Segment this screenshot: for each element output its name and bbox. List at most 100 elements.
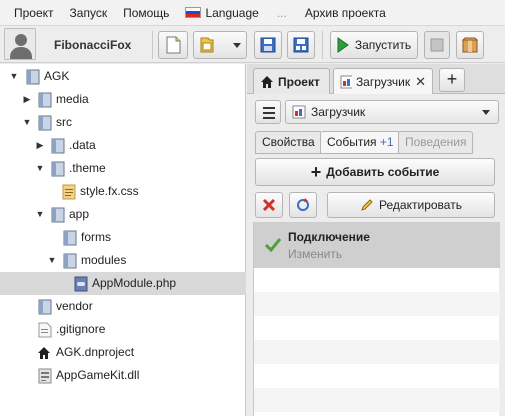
editor-tabs: Проект Загрузчик ✕ + — [247, 64, 505, 94]
menu-language[interactable]: Language — [177, 0, 266, 26]
check-icon — [264, 238, 282, 252]
tree-node-dll[interactable]: AppGameKit.dll — [0, 364, 246, 387]
plus-icon: + — [310, 162, 322, 182]
folder-icon — [51, 207, 65, 223]
loader-component-icon — [292, 105, 306, 119]
tree-node-style-css[interactable]: style.fx.css — [0, 180, 246, 203]
tree-node-appmodule[interactable]: AppModule.php — [0, 272, 246, 295]
subtab-events-label: События — [327, 135, 377, 149]
add-event-button[interactable]: + Добавить событие — [255, 158, 495, 186]
tree-node-data[interactable]: ▶ .data — [0, 134, 246, 157]
toolbar-separator — [322, 31, 323, 59]
tree-label: AppModule.php — [92, 276, 177, 290]
tree-label: AppGameKit.dll — [56, 368, 140, 382]
add-event-label: Добавить событие — [326, 165, 440, 179]
expand-arrow-icon[interactable]: ▼ — [22, 117, 32, 127]
list-item[interactable]: Подключение Изменить — [254, 222, 500, 268]
tab-project[interactable]: Проект — [253, 68, 330, 94]
event-subtitle[interactable]: Изменить — [288, 247, 342, 261]
tree-node-forms[interactable]: forms — [0, 226, 246, 249]
run-button-label: Запустить — [354, 38, 412, 52]
tree-node-gitignore[interactable]: .gitignore — [0, 318, 246, 341]
subtab-events[interactable]: События +1 — [320, 131, 401, 154]
events-count-badge: +1 — [379, 135, 394, 149]
tree-label: vendor — [56, 299, 93, 313]
avatar-head-shape — [15, 34, 27, 46]
build-button[interactable] — [456, 31, 484, 59]
menu-bar: Проект Запуск Помощь Language ... Архив … — [0, 0, 505, 26]
component-select[interactable]: Загрузчик — [285, 100, 499, 124]
tree-node-modules[interactable]: ▼ modules — [0, 249, 246, 272]
change-event-button[interactable] — [289, 192, 317, 218]
close-icon[interactable]: ✕ — [415, 74, 426, 90]
menu-run[interactable]: Запуск — [62, 0, 116, 26]
pencil-icon — [361, 199, 373, 211]
hamburger-line — [263, 117, 275, 119]
php-file-icon — [74, 276, 88, 292]
save-all-button[interactable] — [287, 31, 315, 59]
project-tree: ▼ AGK ▶ media ▼ src ▶ .data ▼ .theme sty… — [0, 64, 246, 416]
edit-event-label: Редактировать — [379, 198, 462, 212]
hamburger-line — [263, 107, 275, 109]
delete-event-button[interactable] — [255, 192, 283, 218]
event-title: Подключение — [288, 230, 370, 244]
username: FibonacciFox — [54, 38, 132, 52]
expand-arrow-icon[interactable]: ▼ — [35, 209, 45, 219]
dll-file-icon — [38, 368, 52, 384]
list-stripe — [254, 340, 500, 364]
tab-loader[interactable]: Загрузчик ✕ — [333, 68, 433, 94]
russian-flag-icon — [185, 6, 202, 18]
tree-label: style.fx.css — [80, 184, 139, 198]
list-stripe — [254, 292, 500, 316]
open-folder-icon — [200, 37, 214, 53]
expand-arrow-icon[interactable]: ▶ — [22, 94, 32, 104]
run-button[interactable]: Запустить — [330, 31, 418, 59]
tree-label: .theme — [69, 161, 106, 175]
list-stripe — [254, 388, 500, 412]
play-icon — [337, 37, 349, 53]
subtab-properties[interactable]: Свойства — [255, 131, 322, 154]
delete-icon — [262, 198, 276, 212]
tree-node-dnproject[interactable]: AGK.dnproject — [0, 341, 246, 364]
inspector-subtabs: Свойства События +1 Поведения — [255, 131, 499, 154]
menu-project[interactable]: Проект — [0, 0, 62, 26]
tree-node-app[interactable]: ▼ app — [0, 203, 246, 226]
save-button[interactable] — [254, 31, 282, 59]
edit-event-button[interactable]: Редактировать — [327, 192, 495, 218]
menu-help[interactable]: Помощь — [115, 0, 177, 26]
toolbar: FibonacciFox Запустить — [0, 27, 505, 63]
home-icon — [38, 347, 50, 359]
add-tab-button[interactable]: + — [439, 68, 465, 92]
new-file-button[interactable] — [158, 31, 188, 59]
tree-node-agk[interactable]: ▼ AGK — [0, 65, 246, 88]
expand-arrow-icon[interactable]: ▼ — [35, 163, 45, 173]
folder-icon — [38, 115, 52, 131]
expand-arrow-icon[interactable]: ▼ — [47, 255, 57, 265]
expand-arrow-icon[interactable]: ▶ — [35, 140, 45, 150]
component-row: Загрузчик — [255, 100, 499, 124]
open-project-button[interactable] — [193, 31, 247, 59]
tree-label: modules — [81, 253, 127, 267]
tree-node-theme[interactable]: ▼ .theme — [0, 157, 246, 180]
menu-project-archive[interactable]: Архив проекта — [297, 0, 394, 26]
avatar[interactable] — [4, 28, 36, 60]
tree-label: app — [69, 207, 90, 221]
expand-arrow-icon[interactable]: ▼ — [9, 71, 19, 81]
project-folder-icon — [26, 69, 40, 85]
folder-icon — [51, 138, 65, 154]
loader-component-icon — [340, 75, 352, 88]
toolbar-separator — [152, 31, 153, 59]
tree-label: media — [56, 92, 89, 106]
stop-button[interactable] — [424, 31, 450, 59]
chevron-down-icon[interactable] — [233, 42, 241, 48]
tree-label: AGK.dnproject — [56, 345, 135, 359]
folder-icon — [63, 253, 77, 269]
subtab-behaviours[interactable]: Поведения — [398, 131, 474, 154]
tree-label: .gitignore — [56, 322, 106, 336]
hamburger-menu-button[interactable] — [255, 100, 281, 124]
tree-node-vendor[interactable]: vendor — [0, 295, 246, 318]
tree-node-media[interactable]: ▶ media — [0, 88, 246, 111]
component-select-value: Загрузчик — [311, 105, 366, 119]
tree-node-src[interactable]: ▼ src — [0, 111, 246, 134]
menu-separator: ... — [276, 5, 287, 20]
